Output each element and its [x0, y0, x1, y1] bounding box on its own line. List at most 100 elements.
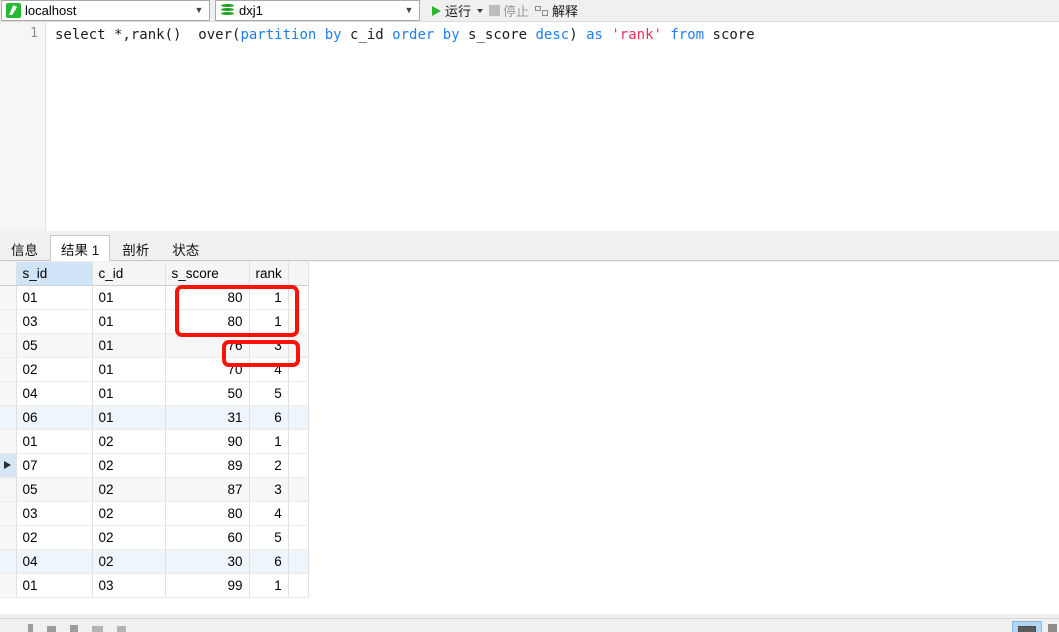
chevron-down-icon[interactable]: ▼ [191, 1, 207, 20]
row-marker-cell[interactable] [0, 309, 17, 334]
column-header-rank[interactable]: rank [249, 262, 289, 286]
table-row[interactable]: 06 01 31 6 [0, 405, 309, 430]
run-dropdown-caret-icon[interactable] [477, 8, 484, 13]
row-marker-cell[interactable] [0, 573, 17, 598]
cell-s_score[interactable]: 80 [165, 285, 250, 310]
row-marker-cell[interactable] [0, 477, 17, 502]
result-grid-container[interactable]: s_id c_id s_score rank 01 01 80 1 03 01 80 1 05 0… [0, 262, 1059, 614]
row-marker-cell[interactable] [0, 381, 17, 406]
cell-s_score[interactable]: 60 [165, 525, 250, 550]
cell-c_id[interactable]: 02 [92, 525, 166, 550]
cell-c_id[interactable]: 02 [92, 549, 166, 574]
sql-code-line[interactable]: select *,rank() over(partition by c_id o… [55, 26, 755, 44]
table-row[interactable]: 01 01 80 1 [0, 285, 309, 310]
cell-s_score[interactable]: 31 [165, 405, 250, 430]
cell-s_id[interactable]: 04 [16, 381, 93, 406]
table-row[interactable]: 01 03 99 1 [0, 573, 309, 598]
cell-rank[interactable]: 6 [249, 405, 289, 430]
cell-c_id[interactable]: 02 [92, 453, 166, 478]
cell-s_id[interactable]: 06 [16, 405, 93, 430]
cell-s_score[interactable]: 99 [165, 573, 250, 598]
result-tab-2[interactable]: 剖析 [111, 237, 160, 260]
cell-s_score[interactable]: 80 [165, 309, 250, 334]
cell-s_id[interactable]: 07 [16, 453, 93, 478]
cell-rank[interactable]: 3 [249, 333, 289, 358]
cell-s_score[interactable]: 90 [165, 429, 250, 454]
table-row[interactable]: 05 01 76 3 [0, 333, 309, 358]
table-row[interactable]: 03 02 80 4 [0, 501, 309, 526]
result-tab-3[interactable]: 状态 [161, 237, 210, 260]
table-row[interactable]: 02 02 60 5 [0, 525, 309, 550]
table-row[interactable]: 04 02 30 6 [0, 549, 309, 574]
row-marker-cell[interactable] [0, 285, 17, 310]
table-row[interactable]: 05 02 87 3 [0, 477, 309, 502]
cell-rank[interactable]: 4 [249, 357, 289, 382]
cell-s_id[interactable]: 03 [16, 501, 93, 526]
column-header-s_id[interactable]: s_id [16, 262, 93, 286]
cell-s_score[interactable]: 30 [165, 549, 250, 574]
form-view-button[interactable] [1048, 624, 1057, 632]
cell-rank[interactable]: 1 [249, 429, 289, 454]
cell-s_id[interactable]: 02 [16, 357, 93, 382]
column-header-c_id[interactable]: c_id [92, 262, 166, 286]
row-marker-cell[interactable] [0, 525, 17, 550]
cell-rank[interactable]: 6 [249, 549, 289, 574]
cell-s_score[interactable]: 76 [165, 333, 250, 358]
cell-c_id[interactable]: 01 [92, 357, 166, 382]
cell-c_id[interactable]: 01 [92, 405, 166, 430]
table-row[interactable]: 04 01 50 5 [0, 381, 309, 406]
cell-s_id[interactable]: 05 [16, 333, 93, 358]
row-marker-cell[interactable] [0, 405, 17, 430]
cell-c_id[interactable]: 01 [92, 309, 166, 334]
cell-s_id[interactable]: 03 [16, 309, 93, 334]
row-marker-cell[interactable] [0, 333, 17, 358]
cell-rank[interactable]: 4 [249, 501, 289, 526]
cell-s_score[interactable]: 89 [165, 453, 250, 478]
result-tab-1[interactable]: 结果 1 [50, 235, 111, 261]
cell-s_score[interactable]: 50 [165, 381, 250, 406]
row-marker-cell[interactable] [0, 501, 17, 526]
run-button[interactable]: 运行 [429, 0, 486, 22]
cell-c_id[interactable]: 02 [92, 477, 166, 502]
result-tab-0[interactable]: 信息 [0, 237, 49, 260]
cell-c_id[interactable]: 01 [92, 333, 166, 358]
cell-c_id[interactable]: 03 [92, 573, 166, 598]
column-header-s_score[interactable]: s_score [165, 262, 250, 286]
cell-c_id[interactable]: 02 [92, 429, 166, 454]
table-row[interactable]: 02 01 70 4 [0, 357, 309, 382]
row-marker-cell[interactable] [0, 357, 17, 382]
row-marker-cell[interactable] [0, 429, 17, 454]
cell-rank[interactable]: 1 [249, 573, 289, 598]
cell-rank[interactable]: 2 [249, 453, 289, 478]
cell-s_score[interactable]: 70 [165, 357, 250, 382]
cell-s_id[interactable]: 02 [16, 525, 93, 550]
cell-s_id[interactable]: 01 [16, 429, 93, 454]
database-selector[interactable]: dxj1 ▼ [215, 0, 420, 21]
cell-s_score[interactable]: 87 [165, 477, 250, 502]
cell-rank[interactable]: 1 [249, 309, 289, 334]
sql-editor[interactable]: 1 select *,rank() over(partition by c_id… [0, 22, 1059, 231]
cell-rank[interactable]: 5 [249, 525, 289, 550]
cell-c_id[interactable]: 01 [92, 285, 166, 310]
cell-c_id[interactable]: 01 [92, 381, 166, 406]
cell-s_id[interactable]: 04 [16, 549, 93, 574]
cell-rank[interactable]: 1 [249, 285, 289, 310]
table-row[interactable]: 03 01 80 1 [0, 309, 309, 334]
cell-s_id[interactable]: 01 [16, 573, 93, 598]
row-marker-cell[interactable] [0, 453, 17, 478]
database-value: dxj1 [239, 3, 263, 18]
cell-c_id[interactable]: 02 [92, 501, 166, 526]
table-row[interactable]: 07 02 89 2 [0, 453, 309, 478]
cell-s_id[interactable]: 05 [16, 477, 93, 502]
explain-button[interactable]: 解释 [532, 0, 581, 22]
connection-selector[interactable]: localhost ▼ [1, 0, 210, 21]
cell-s_score[interactable]: 80 [165, 501, 250, 526]
row-marker-cell[interactable] [0, 549, 17, 574]
table-row[interactable]: 01 02 90 1 [0, 429, 309, 454]
cell-rank[interactable]: 5 [249, 381, 289, 406]
cell-rank[interactable]: 3 [249, 477, 289, 502]
grid-view-button[interactable] [1012, 621, 1042, 632]
cell-s_id[interactable]: 01 [16, 285, 93, 310]
chevron-down-icon[interactable]: ▼ [401, 1, 417, 20]
